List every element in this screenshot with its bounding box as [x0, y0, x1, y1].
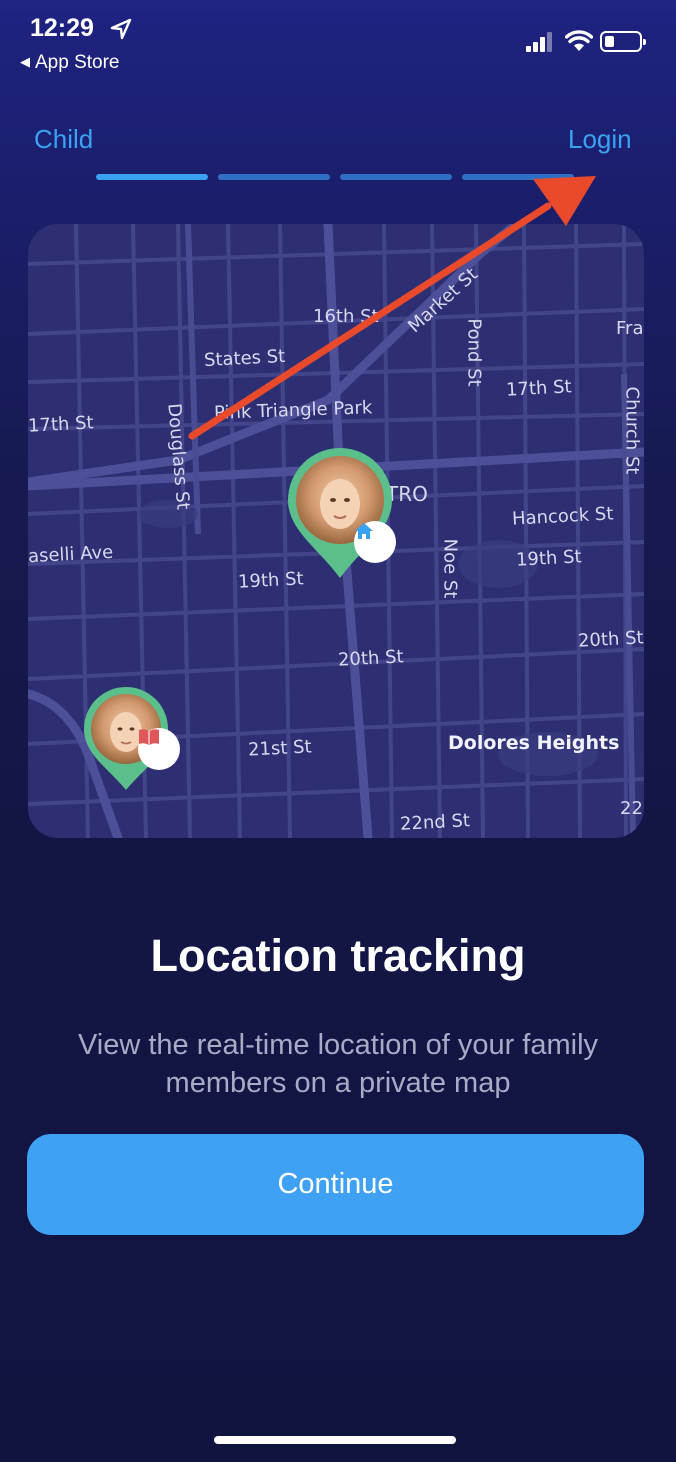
- map-label: Pond St: [463, 318, 485, 387]
- map-label: Noe St: [439, 538, 461, 599]
- map-label: 19th St: [515, 546, 583, 571]
- page-title: Location tracking: [150, 930, 526, 981]
- map-label: 20th St: [577, 627, 644, 652]
- map-label: Fra: [616, 318, 644, 339]
- map-label: aselli Ave: [28, 541, 114, 568]
- wifi-icon: [565, 30, 593, 51]
- home-icon: [355, 523, 373, 539]
- continue-button[interactable]: Continue: [27, 1134, 644, 1235]
- progress-segment: [340, 174, 452, 180]
- status-time: 12:29: [30, 14, 94, 42]
- page-description: View the real-time location of your fami…: [77, 1029, 599, 1099]
- school-badge: [138, 728, 180, 770]
- onboarding-screen: 12:29 ◀ App Store Child Login 16th St St…: [0, 0, 676, 1462]
- map-label-dolores-heights: Dolores Heights: [448, 732, 620, 754]
- map-label: 22: [620, 798, 643, 819]
- progress-segment: [96, 174, 208, 180]
- child-pin-school[interactable]: [80, 684, 180, 792]
- map-label: 22nd St: [399, 810, 471, 835]
- back-triangle-icon: ◀: [20, 54, 30, 69]
- child-pin-home[interactable]: [282, 444, 398, 582]
- map-label: States St: [203, 345, 286, 372]
- child-link[interactable]: Child: [34, 124, 93, 155]
- book-icon: [139, 729, 159, 745]
- map-label: Church St: [621, 386, 643, 475]
- map-label: 20th St: [337, 646, 405, 671]
- back-to-app-store[interactable]: ◀ App Store: [20, 52, 120, 74]
- progress-segment: [218, 174, 330, 180]
- map-label: 16th St: [313, 306, 379, 327]
- login-link[interactable]: Login: [568, 124, 632, 155]
- cellular-signal-icon: [526, 32, 552, 52]
- back-app-label: App Store: [35, 52, 120, 73]
- battery-icon: [600, 31, 646, 52]
- home-indicator[interactable]: [214, 1436, 456, 1444]
- location-arrow-icon: [110, 18, 132, 40]
- home-badge: [354, 521, 396, 563]
- progress-segment: [462, 174, 574, 180]
- map-preview: 16th St States St Market St Pond St Fra …: [28, 224, 644, 838]
- map-label: 21st St: [247, 736, 313, 761]
- map-label: 17th St: [505, 376, 573, 401]
- map-label: 17th St: [28, 412, 95, 437]
